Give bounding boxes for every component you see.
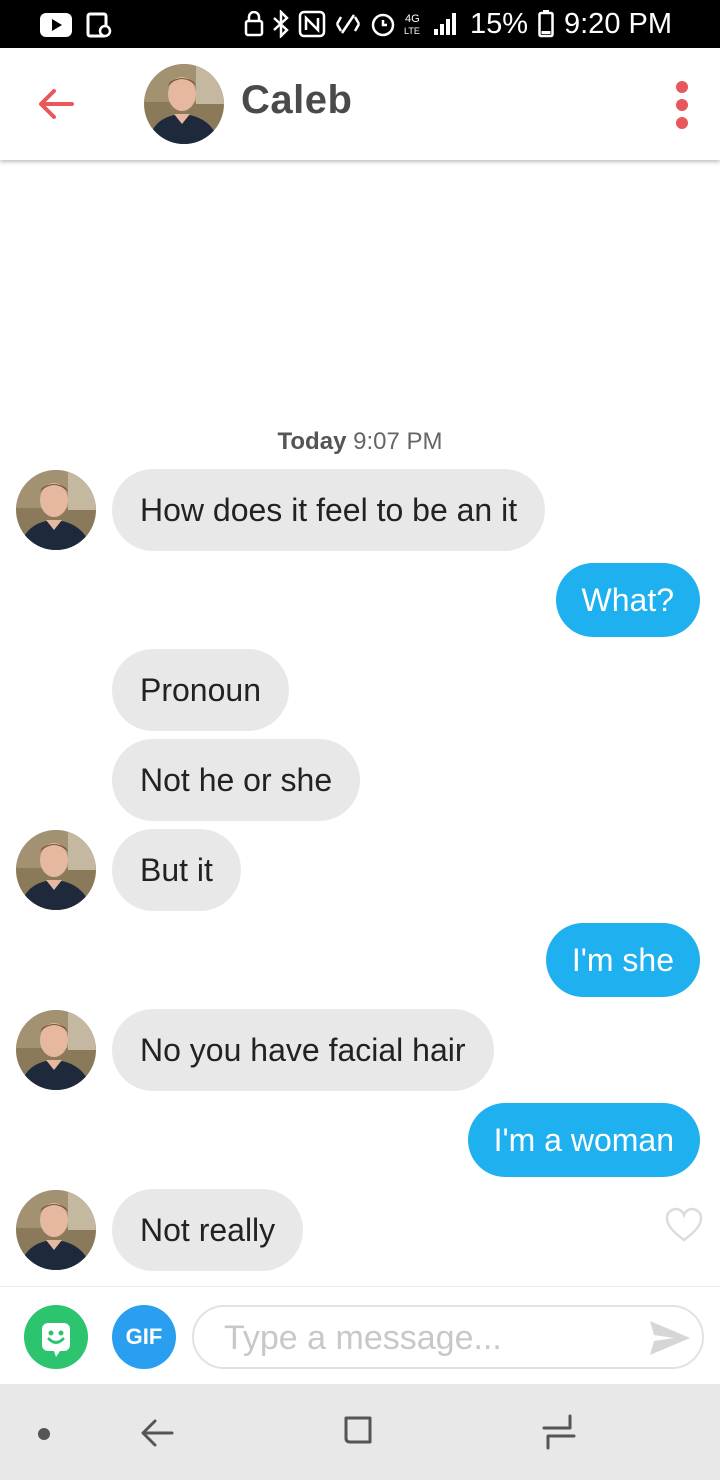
more-vertical-icon[interactable] bbox=[668, 78, 696, 132]
sticker-icon bbox=[42, 1323, 70, 1357]
bluetooth-icon bbox=[273, 10, 289, 38]
outgoing-message[interactable]: I'm she bbox=[545, 923, 700, 997]
message-avatar[interactable] bbox=[16, 830, 96, 910]
contact-avatar[interactable] bbox=[144, 64, 224, 144]
incoming-message[interactable]: How does it feel to be an it bbox=[112, 469, 546, 551]
message-composer: GIF bbox=[0, 1286, 720, 1384]
nav-recent-icon[interactable] bbox=[540, 1412, 578, 1452]
status-bar: 4G LTE 15% 9:20 PM bbox=[0, 0, 720, 48]
outgoing-message[interactable]: I'm a woman bbox=[467, 1103, 700, 1177]
status-left-icons bbox=[40, 12, 112, 38]
chat-header: Caleb bbox=[0, 48, 720, 160]
nav-home-icon[interactable] bbox=[340, 1412, 376, 1448]
back-arrow-icon[interactable] bbox=[34, 82, 78, 126]
battery-icon bbox=[538, 10, 554, 38]
message-input[interactable] bbox=[224, 1315, 634, 1361]
signal-icon bbox=[433, 13, 456, 35]
gif-button[interactable]: GIF bbox=[112, 1305, 176, 1369]
conversation-timestamp: Today 9:07 PM bbox=[0, 428, 720, 456]
contact-name[interactable]: Caleb bbox=[241, 78, 352, 123]
lock-icon bbox=[244, 11, 264, 37]
message-field bbox=[192, 1305, 704, 1369]
incoming-message[interactable]: Not really bbox=[112, 1189, 304, 1271]
outgoing-message[interactable]: What? bbox=[555, 563, 700, 637]
send-icon[interactable] bbox=[648, 1319, 692, 1357]
message-avatar[interactable] bbox=[16, 1010, 96, 1090]
nfc-icon bbox=[298, 10, 326, 38]
nav-back-icon[interactable] bbox=[138, 1412, 176, 1454]
vibrate-icon bbox=[335, 14, 361, 34]
contact-photo bbox=[144, 64, 224, 144]
timestamp-day: Today bbox=[277, 428, 347, 455]
clock: 9:20 PM bbox=[564, 8, 672, 40]
nav-dot-icon[interactable] bbox=[38, 1428, 50, 1440]
status-right: 4G LTE 15% 9:20 PM bbox=[244, 6, 672, 42]
incoming-message[interactable]: No you have facial hair bbox=[112, 1009, 494, 1091]
lte-icon: 4GLTE bbox=[404, 13, 420, 36]
sticker-button[interactable] bbox=[24, 1305, 88, 1369]
heart-icon[interactable] bbox=[664, 1206, 704, 1244]
battery-percent: 15% bbox=[469, 8, 528, 40]
svg-text:LTE: LTE bbox=[404, 26, 420, 36]
timestamp-time: 9:07 PM bbox=[353, 428, 443, 455]
incoming-message[interactable]: Not he or she bbox=[112, 739, 361, 821]
alarm-icon bbox=[371, 13, 395, 37]
screen-record-icon bbox=[86, 12, 112, 38]
incoming-message[interactable]: But it bbox=[112, 829, 241, 911]
svg-text:4G: 4G bbox=[405, 13, 420, 25]
message-avatar[interactable] bbox=[16, 1190, 96, 1270]
message-avatar[interactable] bbox=[16, 470, 96, 550]
youtube-icon bbox=[40, 13, 72, 37]
incoming-message[interactable]: Pronoun bbox=[112, 649, 289, 731]
